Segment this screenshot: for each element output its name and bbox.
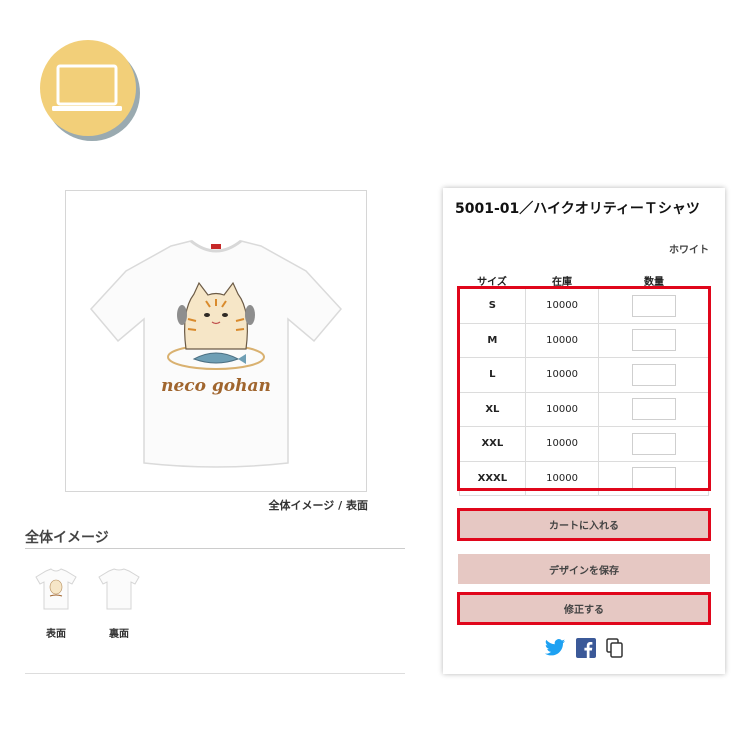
stock-cell: 10000 [524, 426, 600, 462]
quantity-input-s[interactable] [631, 294, 676, 317]
table-row: L 10000 [459, 357, 709, 393]
thumbnail-back-label: 裏面 [109, 629, 129, 640]
stock-cell: 10000 [524, 357, 600, 393]
thumbnail-back-image [98, 568, 140, 610]
modify-button[interactable]: 修正する [458, 593, 710, 623]
preview-caption: 全体イメージ / 表面 [268, 499, 368, 512]
quantity-input-l[interactable] [631, 363, 676, 386]
stock-cell: 10000 [524, 391, 600, 427]
quantity-input-xxl[interactable] [631, 432, 676, 455]
thumbnail-front-image [35, 568, 77, 610]
thumbnail-back[interactable]: 裏面 [93, 563, 145, 640]
quantity-cell [598, 426, 709, 462]
share-row [443, 638, 725, 658]
size-cell: L [459, 357, 526, 393]
twitter-icon[interactable] [544, 638, 566, 658]
add-to-cart-button[interactable]: カートに入れる [458, 509, 710, 539]
table-row: XXXL 10000 [459, 460, 709, 496]
laptop-badge [40, 40, 140, 141]
quantity-cell [598, 460, 709, 496]
quantity-input-m[interactable] [631, 329, 676, 352]
size-cell: S [459, 288, 526, 324]
column-quantity: 数量 [644, 277, 664, 288]
quantity-cell [598, 357, 709, 393]
thumbnails-divider [25, 548, 405, 549]
column-stock: 在庫 [552, 277, 572, 288]
column-size: サイズ [477, 277, 507, 288]
table-row: M 10000 [459, 322, 709, 358]
product-title: 5001-01／ハイクオリティーＴシャツ [455, 201, 700, 217]
facebook-icon[interactable] [576, 638, 596, 658]
size-cell: M [459, 322, 526, 358]
size-cell: XXXL [459, 460, 526, 496]
copy-icon[interactable] [606, 638, 624, 658]
quantity-cell [598, 391, 709, 427]
quantity-input-xl[interactable] [631, 398, 676, 421]
size-cell: XXL [459, 426, 526, 462]
product-preview[interactable]: neco gohan [65, 190, 367, 492]
thumbnails-title: 全体イメージ [25, 530, 109, 546]
quantity-cell [598, 322, 709, 358]
size-cell: XL [459, 391, 526, 427]
table-row: XL 10000 [459, 391, 709, 427]
thumbnail-front-label: 表面 [46, 629, 66, 640]
tshirt-front-image: neco gohan [90, 239, 342, 468]
stock-cell: 10000 [524, 322, 600, 358]
quantity-cell [598, 288, 709, 324]
color-label: ホワイト [669, 245, 709, 256]
save-design-button[interactable]: デザインを保存 [458, 554, 710, 584]
size-table: S 10000 M 10000 L 10000 XL 10000 XXL 100… [459, 288, 709, 496]
table-row: XXL 10000 [459, 426, 709, 462]
quantity-input-xxxl[interactable] [631, 467, 676, 490]
thumbnail-front[interactable]: 表面 [30, 563, 82, 640]
laptop-icon [52, 64, 122, 111]
stock-cell: 10000 [524, 460, 600, 496]
table-row: S 10000 [459, 288, 709, 324]
stock-cell: 10000 [524, 288, 600, 324]
print-text: neco gohan [161, 376, 271, 396]
bottom-divider [25, 673, 405, 674]
order-panel: 5001-01／ハイクオリティーＴシャツ ホワイト サイズ 在庫 数量 S 10… [443, 188, 725, 674]
